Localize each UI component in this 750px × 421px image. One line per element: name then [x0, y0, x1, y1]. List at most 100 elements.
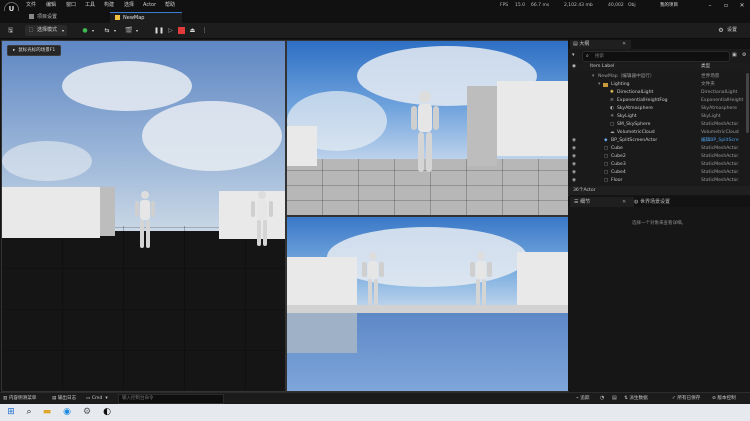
- visibility-icon[interactable]: ◉: [572, 161, 576, 169]
- outliner-row[interactable]: ☁ VolumetricCloud VolumetricCloud: [568, 129, 750, 137]
- trace-button[interactable]: ⌁ 追踪: [576, 394, 589, 403]
- save-all-button[interactable]: ✓ 所有已保存: [672, 394, 700, 403]
- row-type: ExponentialHeight: [701, 98, 744, 103]
- save-all-label: 所有已保存: [677, 396, 701, 401]
- settings-tab-icon: [29, 14, 34, 19]
- save-icon[interactable]: 🖫: [5, 25, 16, 36]
- viewport-player2[interactable]: [286, 40, 569, 216]
- mode-label: 选择模式: [37, 27, 58, 33]
- menu-tools[interactable]: 工具: [85, 1, 95, 10]
- info-icon[interactable]: ▤: [612, 394, 617, 403]
- outliner-row[interactable]: ◉ ◆ BP_SplitScreenActor 编辑BP_SplitScre: [568, 137, 750, 145]
- visibility-icon[interactable]: ◉: [572, 63, 576, 71]
- edge-browser-icon[interactable]: ◉: [60, 405, 74, 419]
- outliner-scrollbar[interactable]: [746, 73, 749, 133]
- tab-outliner[interactable]: ▤ 大纲 ✕: [570, 40, 631, 49]
- column-item-label[interactable]: Item Label: [590, 63, 614, 71]
- add-filter-icon[interactable]: ▾: [572, 52, 575, 58]
- outliner-row[interactable]: ◉ ▢ Cube2 StaticMeshActor: [568, 153, 750, 161]
- output-log-button[interactable]: ▤ 输出日志: [52, 394, 76, 403]
- tab-world-settings[interactable]: ◍ 世界场景设置: [634, 197, 714, 207]
- row-type: SkyLight: [701, 114, 721, 119]
- row-label: Cube3: [611, 162, 626, 167]
- menu-build[interactable]: 构建: [104, 1, 114, 10]
- viewport-player1[interactable]: [1, 40, 286, 392]
- outliner-row[interactable]: ◉ ▢ Cube3 StaticMeshActor: [568, 161, 750, 169]
- file-explorer-icon[interactable]: ▬: [40, 405, 54, 419]
- mannequin: [411, 91, 439, 172]
- settings-button[interactable]: 设置: [727, 25, 737, 36]
- row-type-link[interactable]: 编辑BP_SplitScre: [701, 137, 739, 145]
- blueprint-icon[interactable]: ⇆: [102, 25, 112, 36]
- pause-icon[interactable]: ❚❚: [154, 25, 164, 36]
- static-mesh-icon: ▢: [604, 170, 609, 175]
- skylight-icon: ☀: [610, 114, 615, 119]
- menu-select[interactable]: 选择: [124, 1, 134, 10]
- content-drawer-button[interactable]: ▥ 内容侧滑菜单: [3, 394, 36, 403]
- outliner-row[interactable]: ▢ SM_SkySphere StaticMeshActor: [568, 121, 750, 129]
- gear-icon[interactable]: ⚙: [717, 25, 725, 36]
- row-type: 文件夹: [701, 82, 715, 87]
- outliner-row[interactable]: ◉ ▢ Cube StaticMeshActor: [568, 145, 750, 153]
- visibility-icon[interactable]: ◉: [572, 137, 576, 145]
- fog-icon: ≋: [610, 98, 614, 103]
- column-type[interactable]: 类型: [701, 63, 710, 71]
- menu-edit[interactable]: 编辑: [46, 1, 56, 10]
- maximize-icon[interactable]: ▫: [718, 0, 734, 11]
- outliner-search[interactable]: ⌕ 搜索: [582, 51, 730, 62]
- fps-value: 15.0: [515, 3, 526, 8]
- viewport-player3[interactable]: [286, 216, 569, 392]
- visibility-icon[interactable]: ◉: [572, 153, 576, 161]
- menu-actor[interactable]: Actor: [143, 1, 156, 10]
- more-options-icon[interactable]: ⋮: [200, 25, 209, 36]
- revision-control-button[interactable]: ⊘ 版本控制: [712, 394, 736, 403]
- visibility-icon[interactable]: ◉: [572, 169, 576, 177]
- minimize-icon[interactable]: –: [702, 0, 718, 11]
- folder-add-icon[interactable]: ▣: [732, 52, 737, 58]
- search-icon[interactable]: ⌕: [22, 405, 36, 419]
- visibility-icon[interactable]: ◉: [572, 145, 576, 153]
- menu-help[interactable]: 帮助: [165, 1, 175, 10]
- unreal-editor-taskbar-icon[interactable]: ◐: [100, 405, 114, 419]
- gear-icon[interactable]: ⚙: [742, 52, 746, 58]
- output-log-label: 输出日志: [57, 396, 77, 401]
- row-label: BP_SplitScreenActor: [611, 138, 658, 143]
- object-count: 40,002: [608, 3, 624, 8]
- tab-world-settings-label: 世界场景设置: [639, 199, 670, 205]
- stop-icon[interactable]: [178, 27, 185, 34]
- menu-file[interactable]: 文件: [26, 1, 36, 10]
- settings-app-icon[interactable]: ⚙: [80, 405, 94, 419]
- outliner-row[interactable]: ☀ SkyLight SkyLight: [568, 113, 750, 121]
- outliner-row[interactable]: ◐ SkyAtmosphere SkyAtmosphere: [568, 105, 750, 113]
- close-icon[interactable]: ✕: [734, 0, 750, 11]
- close-tab-icon[interactable]: ✕: [622, 40, 626, 49]
- visibility-icon[interactable]: ◉: [572, 177, 576, 185]
- row-label: NewMap（编辑器中运行）: [598, 74, 655, 79]
- menu-window[interactable]: 窗口: [66, 1, 76, 10]
- step-icon[interactable]: ▷: [166, 25, 175, 36]
- eject-icon[interactable]: ⏏: [188, 25, 197, 36]
- tab-project-settings[interactable]: 项目设置: [24, 12, 94, 23]
- static-mesh-icon: ▢: [604, 162, 609, 167]
- cloud-icon: ☁: [610, 130, 615, 135]
- windows-start-icon[interactable]: ⊞: [4, 405, 18, 419]
- undo-history-icon[interactable]: ◔: [600, 394, 604, 403]
- cinematics-icon[interactable]: 🎬: [124, 25, 134, 36]
- wall-cube-side: [100, 187, 115, 236]
- outliner-row[interactable]: ◉ ▢ Floor StaticMeshActor: [568, 177, 750, 185]
- mannequin: [470, 252, 492, 305]
- add-content-icon[interactable]: ●: [80, 25, 90, 36]
- close-tab-icon[interactable]: ✕: [622, 197, 626, 207]
- tab-details[interactable]: ☰ 细节 ✕: [570, 197, 634, 207]
- outliner-row[interactable]: ▾ NewMap（编辑器中运行） 世界场景: [568, 73, 750, 81]
- tab-level-label: NewMap: [123, 15, 145, 21]
- outliner-row[interactable]: ◉ ▢ Cube4 StaticMeshActor: [568, 169, 750, 177]
- outliner-row[interactable]: ▾ Lighting 文件夹: [568, 81, 750, 89]
- object-label: Obj: [628, 3, 636, 8]
- cmd-dropdown[interactable]: ▭ Cmd ▾: [86, 394, 108, 403]
- outliner-row[interactable]: ≋ ExponentialHeightFog ExponentialHeight: [568, 97, 750, 105]
- derived-data-button[interactable]: ⇅ 派生数据: [624, 394, 648, 403]
- row-type: SkyAtmosphere: [701, 106, 737, 111]
- console-input[interactable]: 输入控制台命令: [118, 394, 224, 404]
- outliner-row[interactable]: ✺ DirectionalLight DirectionalLight: [568, 89, 750, 97]
